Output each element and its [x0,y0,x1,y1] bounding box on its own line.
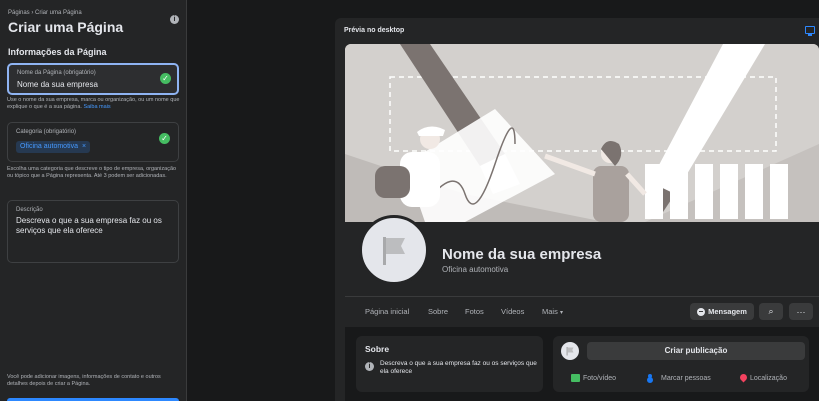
category-label: Categoria (obrigatório) [16,129,77,135]
photo-video-action[interactable]: Foto/vídeo [571,374,616,382]
more-icon: ··· [796,306,806,317]
profile-header: Nome da sua empresa Oficina automotiva [345,215,819,296]
about-text: Descreva o que a sua empresa faz ou os s… [380,360,537,375]
section-title: Informações da Página [8,47,107,57]
description-input[interactable]: Descreva o que a sua empresa faz ou os s… [16,216,174,236]
check-icon: ✓ [159,133,170,144]
preview-title: Prévia no desktop [344,27,405,34]
cover-illustration [345,44,819,222]
photo-video-label: Foto/vídeo [583,374,617,382]
about-card: Sobre i Descreva o que a sua empresa faz… [356,336,543,392]
create-page-sidebar: Páginas › Criar uma Página Criar uma Pág… [0,0,187,401]
description-label: Descrição [16,207,43,213]
category-chip[interactable]: Oficina automotiva × [16,141,91,153]
people-icon [648,374,658,382]
category-help: Escolha uma categoria que descreve o tip… [7,166,177,179]
tab-about[interactable]: Sobre [428,307,448,316]
messenger-icon [697,307,706,316]
check-icon: ✓ [160,73,171,84]
tab-more[interactable]: Mais ▾ [542,307,563,316]
page-name-input[interactable]: Nome da sua empresa [17,80,98,89]
create-post-button[interactable]: Criar publicação [587,342,805,360]
message-button-label: Mensagem [708,307,747,316]
description-field[interactable]: Descrição Descreva o que a sua empresa f… [7,200,179,263]
flag-icon [566,347,574,356]
tab-videos[interactable]: Vídeos [501,307,524,316]
learn-more-link[interactable]: Saiba mais [83,104,110,110]
message-button[interactable]: Mensagem [690,303,754,320]
close-icon[interactable]: × [82,141,86,153]
photo-icon [571,374,580,382]
location-pin-icon [740,374,747,382]
tag-people-label: Marcar pessoas [661,374,711,382]
page-name: Nome da sua empresa [442,246,602,263]
tab-photos[interactable]: Fotos [465,307,484,316]
flag-icon [383,237,405,265]
page-name-help: Use o nome da sua empresa, marca ou orga… [7,97,182,111]
category-field[interactable]: Categoria (obrigatório) Oficina automoti… [7,122,179,162]
create-post-card: Criar publicação Foto/vídeo Marcar pesso… [553,336,809,392]
post-avatar [561,342,579,360]
location-action[interactable]: Localização [740,374,787,382]
page-category: Oficina automotiva [442,265,509,274]
category-chip-label: Oficina automotiva [20,143,78,150]
cover-art [345,44,819,222]
page-name-label: Nome da Página (obrigatório) [17,70,96,76]
chevron-down-icon: ▾ [559,310,563,316]
search-icon: ⌕ [768,306,774,316]
info-icon[interactable]: i [170,15,179,24]
search-button[interactable]: ⌕ [759,303,783,320]
tab-home[interactable]: Página inicial [365,307,409,316]
about-title: Sobre [365,344,390,354]
page-name-field[interactable]: Nome da Página (obrigatório) Nome da sua… [7,63,179,95]
page-title: Criar uma Página [8,19,124,35]
location-label: Localização [750,374,787,382]
footer-note: Você pode adicionar imagens, informações… [7,374,161,387]
profile-avatar[interactable] [359,215,429,285]
page-tabs: Página inicial Sobre Fotos Vídeos Mais ▾… [345,296,819,326]
info-icon: i [365,362,374,371]
desktop-preview: Prévia no desktop Nome da sua empresa Of… [335,18,819,401]
more-options-button[interactable]: ··· [789,303,813,320]
breadcrumb[interactable]: Páginas › Criar uma Página [8,10,82,16]
monitor-icon[interactable] [805,26,815,36]
tab-more-label: Mais [542,307,558,316]
tag-people-action[interactable]: Marcar pessoas [648,374,711,382]
